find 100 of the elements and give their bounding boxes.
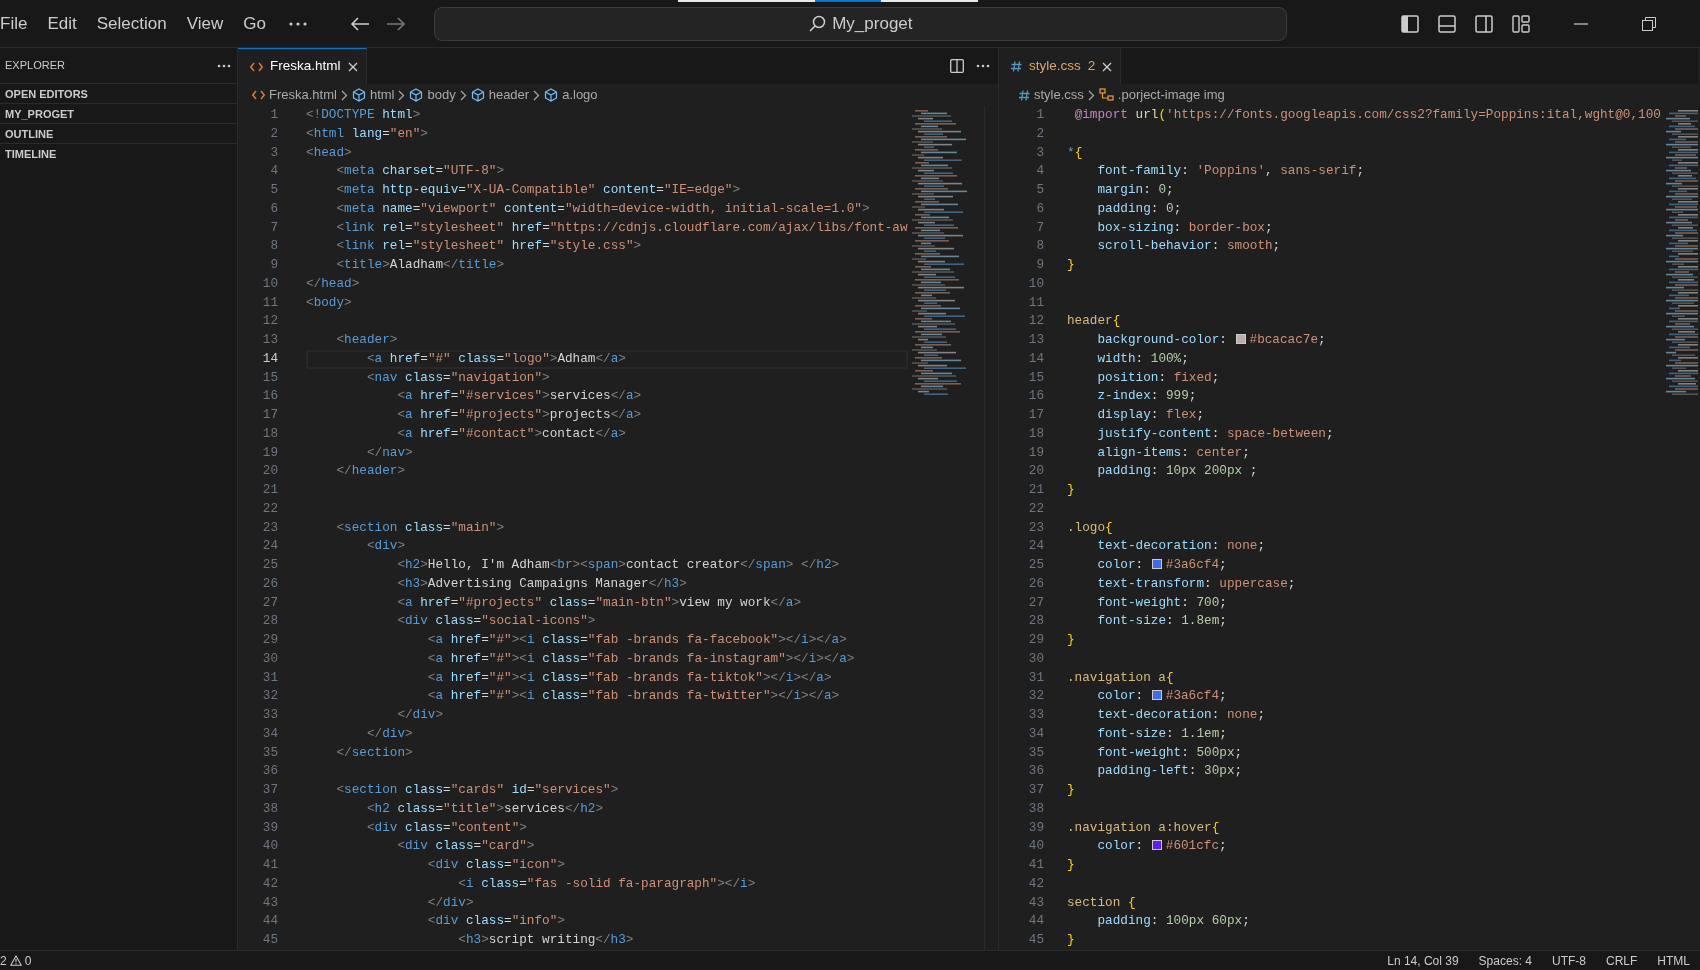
secondary-sidebar-icon[interactable] (1474, 14, 1493, 33)
line-number: 33 (261, 706, 278, 724)
menu-item[interactable]: Go (233, 6, 276, 41)
line-number: 10 (1027, 274, 1044, 293)
line-number: 43 (261, 893, 278, 912)
line-number: 18 (261, 424, 278, 443)
code-line: section { (1067, 893, 1136, 912)
editor-tab[interactable]: Freska.html (238, 48, 367, 84)
code-line: display: flex; (1096, 406, 1205, 424)
split-editor-icon[interactable] (950, 59, 964, 73)
code-line: padding-left: 30px; (1096, 762, 1243, 781)
status-item[interactable]: Spaces: 4 (1468, 951, 1542, 970)
line-number: 32 (1027, 687, 1044, 706)
line-number: 17 (1027, 406, 1044, 424)
menu-item[interactable]: Selection (86, 6, 177, 41)
sidebar-section[interactable]: OPEN EDITORS (0, 83, 237, 103)
line-number: 19 (1027, 443, 1044, 462)
line-number: 28 (261, 612, 278, 631)
breadcrumb[interactable]: html (351, 85, 395, 105)
status-item[interactable]: CRLF (1596, 951, 1648, 970)
code-line: header{ (1067, 312, 1121, 331)
code-line: <a href="#services">services</a> (396, 387, 642, 406)
line-number: 19 (261, 443, 278, 462)
code-line: </div> (365, 724, 413, 743)
layout-icon[interactable] (1511, 14, 1530, 33)
problems-indicator[interactable]: 2 0 (0, 951, 42, 970)
editor-tab[interactable]: style.css 2 (999, 48, 1122, 84)
color-swatch[interactable] (1151, 690, 1162, 701)
line-number: 10 (261, 274, 278, 293)
command-center[interactable]: My_proget (433, 6, 1287, 41)
more-icon[interactable] (217, 63, 231, 68)
line-number: 29 (1027, 631, 1044, 649)
code-line: color: #3a6cf4; (1096, 687, 1227, 706)
color-swatch[interactable] (1235, 334, 1246, 344)
panel-toggle-icon[interactable] (1437, 14, 1456, 33)
close-icon[interactable] (1102, 61, 1113, 72)
sidebar-section[interactable]: TIMELINE (0, 143, 237, 163)
sidebar-section[interactable]: OUTLINE (0, 123, 237, 143)
line-number: 14 (1027, 349, 1044, 368)
more-icon[interactable] (976, 64, 990, 68)
code-line: <h3>Advertising Campaigns Manager</h3> (396, 574, 687, 593)
breadcrumb[interactable]: style.css (1019, 85, 1084, 105)
hash-icon (1011, 61, 1022, 72)
breadcrumb[interactable]: body (409, 85, 456, 105)
code-line: </header> (335, 462, 405, 481)
code-line: color: #3a6cf4; (1096, 556, 1227, 574)
line-number: 3 (1035, 143, 1044, 162)
code-line: <link rel="stylesheet" href="style.css"> (335, 237, 642, 256)
breadcrumb[interactable]: Freska.html (252, 85, 337, 105)
status-item[interactable]: HTML (1647, 951, 1700, 970)
line-number: 26 (1027, 574, 1044, 593)
status-item[interactable]: Ln 14, Col 39 (1377, 951, 1469, 970)
code-line: <a href="#"><i class="fab -brands fa-instagram"></i></a> (426, 649, 855, 668)
code-line: <h2 class="title">services</h2> (365, 799, 604, 818)
menu-item[interactable]: View (176, 6, 234, 41)
more-icon[interactable] (287, 20, 308, 27)
line-number: 22 (261, 499, 278, 518)
color-swatch[interactable] (1151, 559, 1162, 569)
menu-item[interactable]: Edit (37, 6, 87, 41)
back-arrow-icon[interactable] (349, 15, 370, 32)
code-line: padding: 10px 200px ; (1096, 462, 1258, 481)
code-line: font-size: 1.1em; (1096, 724, 1227, 743)
line-number: 41 (261, 856, 278, 874)
code-line: <a href="#" class="logo">Adham</a> (365, 349, 626, 368)
line-number: 35 (261, 743, 278, 762)
code-line: .navigation a{ (1067, 668, 1174, 687)
color-swatch[interactable] (1151, 840, 1162, 851)
chevron-icon (533, 89, 541, 101)
code-line: padding: 100px 60px; (1096, 912, 1250, 931)
restore-icon[interactable] (1641, 16, 1656, 31)
breadcrumb[interactable]: a.logo (544, 85, 598, 105)
line-number: 34 (261, 724, 278, 743)
line-number: 27 (261, 593, 278, 612)
code-line: } (1067, 931, 1075, 949)
line-number: 37 (261, 781, 278, 799)
line-number: 40 (1027, 837, 1044, 856)
search-icon (808, 14, 827, 33)
status-item[interactable]: UTF-8 (1542, 951, 1596, 970)
line-number: 45 (261, 931, 278, 949)
menu-item[interactable]: File (0, 6, 38, 41)
minimize-icon[interactable] (1573, 21, 1588, 26)
progress-indicator (815, 0, 881, 2)
code-line: *{ (1067, 143, 1083, 162)
breadcrumb[interactable]: header (470, 85, 530, 105)
line-number: 9 (269, 256, 278, 274)
close-icon[interactable] (347, 61, 358, 72)
line-number: 31 (261, 668, 278, 687)
line-number: 23 (261, 518, 278, 537)
sidebar-section[interactable]: MY_PROGET (0, 103, 237, 123)
breadcrumb[interactable]: .porject-image img (1098, 85, 1225, 105)
line-number: 27 (1027, 593, 1044, 612)
line-number: 32 (261, 687, 278, 706)
line-number: 5 (1035, 181, 1044, 199)
sidebar-toggle-icon[interactable] (1400, 14, 1419, 33)
sidebar-title: EXPLORER (5, 58, 65, 74)
line-number: 42 (261, 874, 278, 893)
line-number: 8 (269, 237, 278, 256)
forward-arrow-icon[interactable] (385, 15, 406, 32)
line-number: 21 (1027, 481, 1044, 499)
line-number: 43 (1027, 893, 1044, 912)
